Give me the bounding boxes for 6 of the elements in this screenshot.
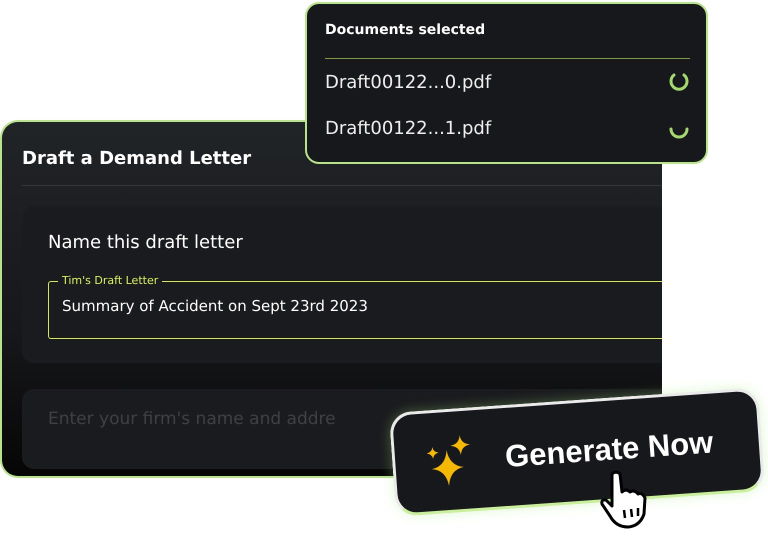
popup-title: Documents selected	[325, 22, 690, 59]
field-label: Tim's Draft Letter	[58, 274, 162, 287]
section-heading: Name this draft letter	[48, 232, 244, 253]
file-name: Draft00122...0.pdf	[325, 72, 492, 92]
spinner-icon	[668, 71, 690, 93]
spinner-icon	[668, 127, 690, 139]
